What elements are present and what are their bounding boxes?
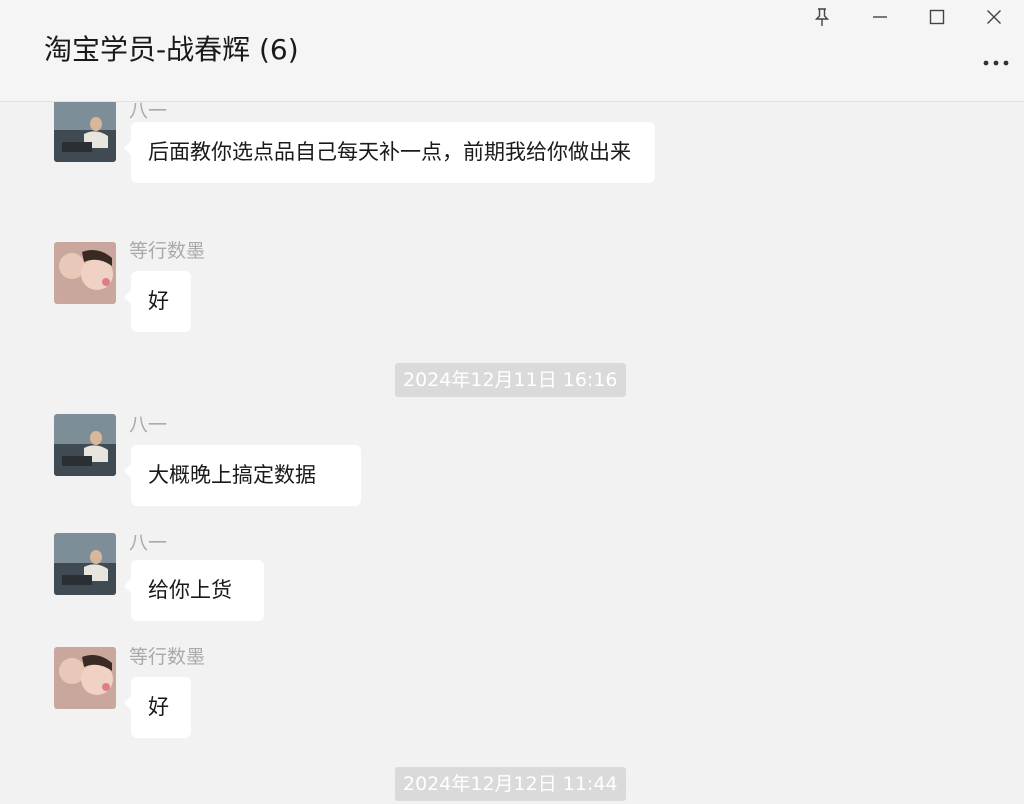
more-icon [982, 52, 1010, 71]
sender-name: 等行数墨 [129, 240, 206, 262]
title-bar: 淘宝学员-战春辉 (6) [0, 0, 1024, 102]
message-list[interactable]: 八一 后面教你选点品自己每天补一点，前期我给你做出来 等行数墨 好 2024年1… [0, 102, 1024, 804]
sender-name: 八一 [129, 102, 168, 122]
message-bubble[interactable]: 好 [124, 271, 191, 332]
maximize-button[interactable] [917, 0, 957, 34]
close-button[interactable] [974, 0, 1014, 34]
pin-button[interactable] [802, 0, 842, 34]
minimize-button[interactable] [860, 0, 900, 34]
sender-name: 等行数墨 [129, 646, 206, 668]
chat-title: 淘宝学员-战春辉 (6) [44, 33, 299, 66]
message-bubble[interactable]: 大概晚上搞定数据 [124, 445, 361, 506]
avatar[interactable] [54, 102, 116, 162]
message-bubble[interactable]: 后面教你选点品自己每天补一点，前期我给你做出来 [124, 122, 655, 183]
sender-name: 八一 [129, 414, 168, 436]
pin-icon [813, 7, 831, 27]
timestamp: 2024年12月12日 11:44 [395, 767, 626, 801]
maximize-icon [929, 9, 945, 25]
more-options-button[interactable] [974, 48, 1018, 74]
message-bubble[interactable]: 给你上货 [124, 560, 264, 621]
avatar[interactable] [54, 414, 116, 476]
timestamp: 2024年12月11日 16:16 [395, 363, 626, 397]
avatar[interactable] [54, 647, 116, 709]
sender-name: 八一 [129, 532, 168, 554]
close-icon [986, 9, 1002, 25]
avatar[interactable] [54, 242, 116, 304]
minimize-icon [872, 9, 888, 25]
message-bubble[interactable]: 好 [124, 677, 191, 738]
avatar[interactable] [54, 533, 116, 595]
